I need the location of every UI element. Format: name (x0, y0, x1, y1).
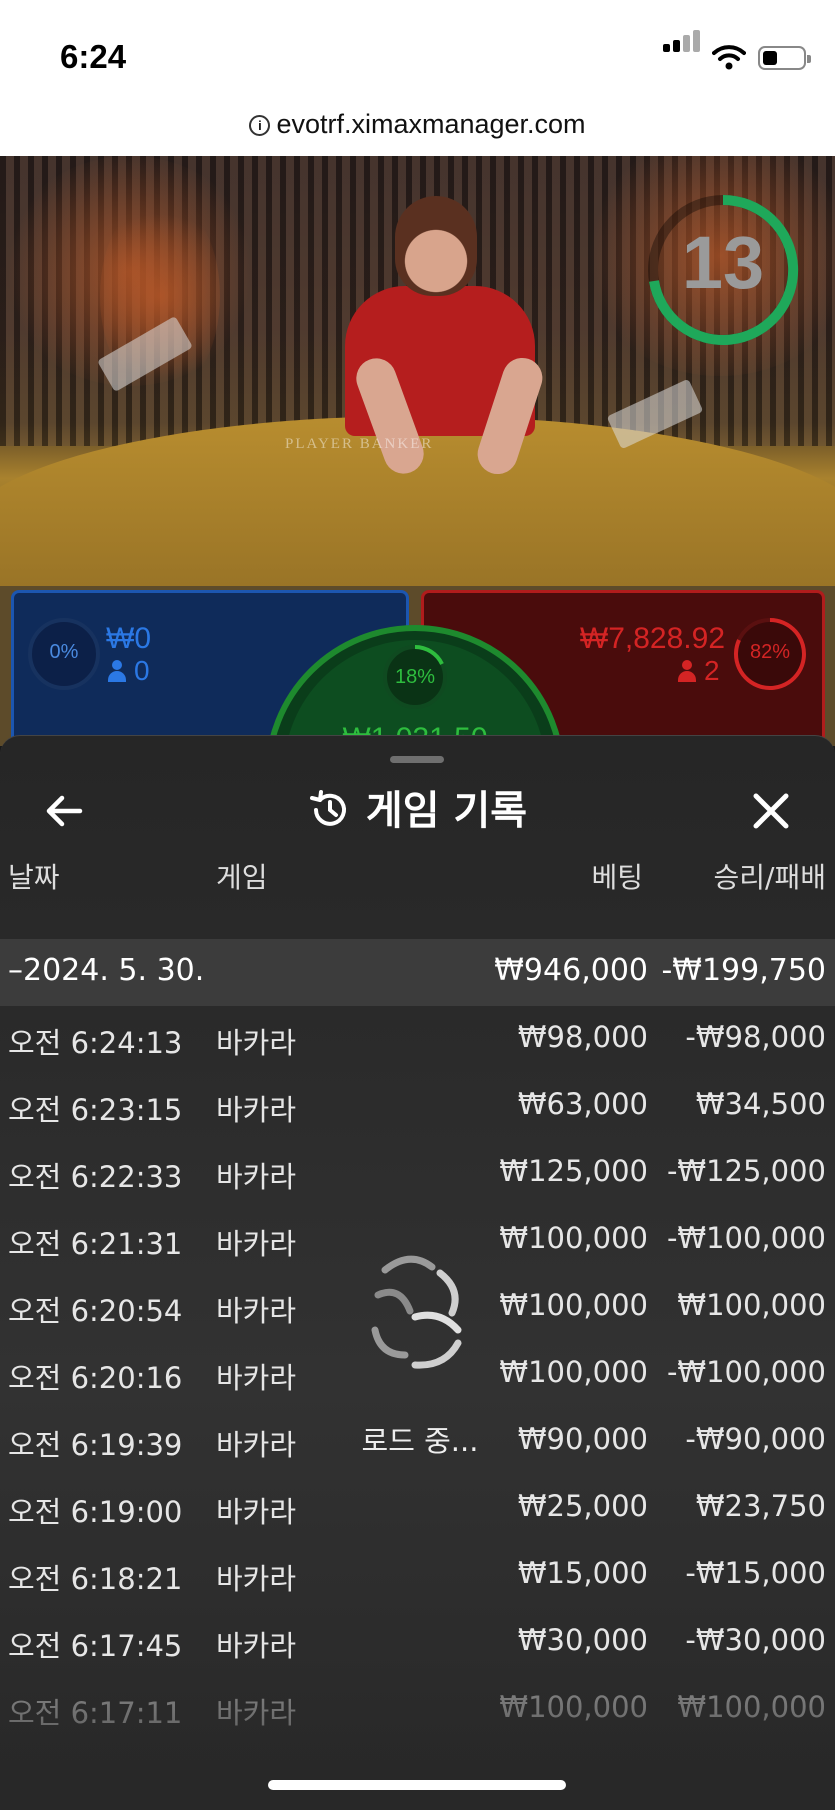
row-result: ₩23,750 (695, 1489, 826, 1523)
date-group-label: –2024. 5. 30. (8, 953, 205, 988)
row-bet: ₩100,000 (499, 1355, 648, 1389)
row-bet: ₩125,000 (499, 1154, 648, 1188)
column-date: 날짜 (8, 861, 60, 894)
history-row[interactable]: 오전 6:22:33 바카라 ₩125,000 -₩125,000 (0, 1140, 835, 1207)
row-game: 바카라 (216, 1361, 297, 1395)
row-result: -₩90,000 (685, 1422, 826, 1456)
row-bet: ₩63,000 (517, 1087, 648, 1121)
url-text: evotrf.ximaxmanager.com (276, 109, 586, 139)
column-result: 승리/패배 (713, 861, 826, 894)
row-result: ₩34,500 (695, 1087, 826, 1121)
row-time: 오전 6:24:13 (8, 1026, 183, 1060)
row-result: -₩98,000 (685, 1020, 826, 1054)
row-time: 오전 6:19:39 (8, 1428, 183, 1462)
history-row[interactable]: 오전 6:23:15 바카라 ₩63,000 ₩34,500 (0, 1073, 835, 1140)
player-percent: 0% (49, 641, 79, 663)
info-icon[interactable]: i (249, 115, 271, 136)
sheet-grab-handle[interactable] (390, 756, 444, 763)
player-amount: ₩0 (106, 622, 151, 655)
countdown-timer: 13 (681, 221, 765, 304)
close-icon[interactable] (746, 786, 796, 836)
row-bet: ₩15,000 (517, 1556, 648, 1590)
row-bet: ₩90,000 (517, 1422, 648, 1456)
table-header: 날짜 게임 베팅 승리/패배 (0, 846, 835, 906)
row-bet: ₩100,000 (499, 1288, 648, 1322)
row-result: -₩15,000 (685, 1556, 826, 1590)
date-group-bet: ₩946,000 (494, 953, 648, 988)
table-label: PLAYER BANKER (285, 436, 434, 452)
address-bar[interactable]: i evotrf.ximaxmanager.com (0, 101, 835, 156)
date-group-result: -₩199,750 (661, 953, 826, 988)
row-result: -₩100,000 (666, 1221, 826, 1255)
row-result: -₩125,000 (666, 1154, 826, 1188)
row-time: 오전 6:18:21 (8, 1562, 183, 1596)
history-row[interactable]: 오전 6:18:21 바카라 ₩15,000 -₩15,000 (0, 1542, 835, 1609)
history-row[interactable]: 오전 6:24:13 바카라 ₩98,000 -₩98,000 (0, 1006, 835, 1073)
battery-icon (758, 46, 811, 70)
row-time: 오전 6:20:16 (8, 1361, 183, 1395)
banker-percent: 82% (749, 641, 791, 663)
row-game: 바카라 (216, 1629, 297, 1663)
clock: 6:24 (60, 38, 127, 75)
row-time: 오전 6:23:15 (8, 1093, 183, 1127)
column-bet: 베팅 (591, 861, 643, 894)
loading-spinner-icon (371, 1255, 462, 1369)
row-result: -₩100,000 (666, 1355, 826, 1389)
row-time: 오전 6:22:33 (8, 1160, 183, 1194)
status-bar: 6:24 (0, 0, 835, 101)
row-bet: ₩98,000 (517, 1020, 648, 1054)
row-game: 바카라 (216, 1294, 297, 1328)
player-count: 0 (108, 655, 150, 687)
tie-percent: 18% (394, 666, 436, 688)
row-bet: ₩100,000 (499, 1221, 648, 1255)
person-icon (108, 660, 126, 682)
row-game: 바카라 (216, 1160, 297, 1194)
row-result: -₩30,000 (685, 1623, 826, 1657)
history-row[interactable]: 오전 6:19:00 바카라 ₩25,000 ₩23,750 (0, 1475, 835, 1542)
row-time: 오전 6:20:54 (8, 1294, 183, 1328)
row-game: 바카라 (216, 1495, 297, 1529)
history-row[interactable]: 오전 6:17:45 바카라 ₩30,000 -₩30,000 (0, 1609, 835, 1676)
row-game: 바카라 (216, 1227, 297, 1261)
home-indicator[interactable] (268, 1780, 566, 1790)
wifi-icon (712, 45, 746, 70)
loading-text: 로드 중... (361, 1424, 479, 1458)
row-game: 바카라 (216, 1428, 297, 1462)
row-time: 오전 6:17:45 (8, 1629, 183, 1663)
column-game: 게임 (216, 861, 268, 894)
row-game: 바카라 (216, 1562, 297, 1596)
date-group-row[interactable]: –2024. 5. 30. ₩946,000 -₩199,750 (0, 939, 835, 1006)
history-icon (309, 790, 346, 826)
banker-amount: ₩7,828.92 (579, 622, 725, 655)
row-time: 오전 6:21:31 (8, 1227, 183, 1261)
row-time: 오전 6:19:00 (8, 1495, 183, 1529)
row-game: 바카라 (216, 1093, 297, 1127)
row-bet: ₩25,000 (517, 1489, 648, 1523)
row-result: ₩100,000 (677, 1288, 826, 1322)
banker-count: 2 (678, 655, 720, 687)
row-bet: ₩30,000 (517, 1623, 648, 1657)
row-game: 바카라 (216, 1026, 297, 1060)
sheet-title: 게임 기록 (0, 778, 835, 836)
person-icon (678, 660, 696, 682)
